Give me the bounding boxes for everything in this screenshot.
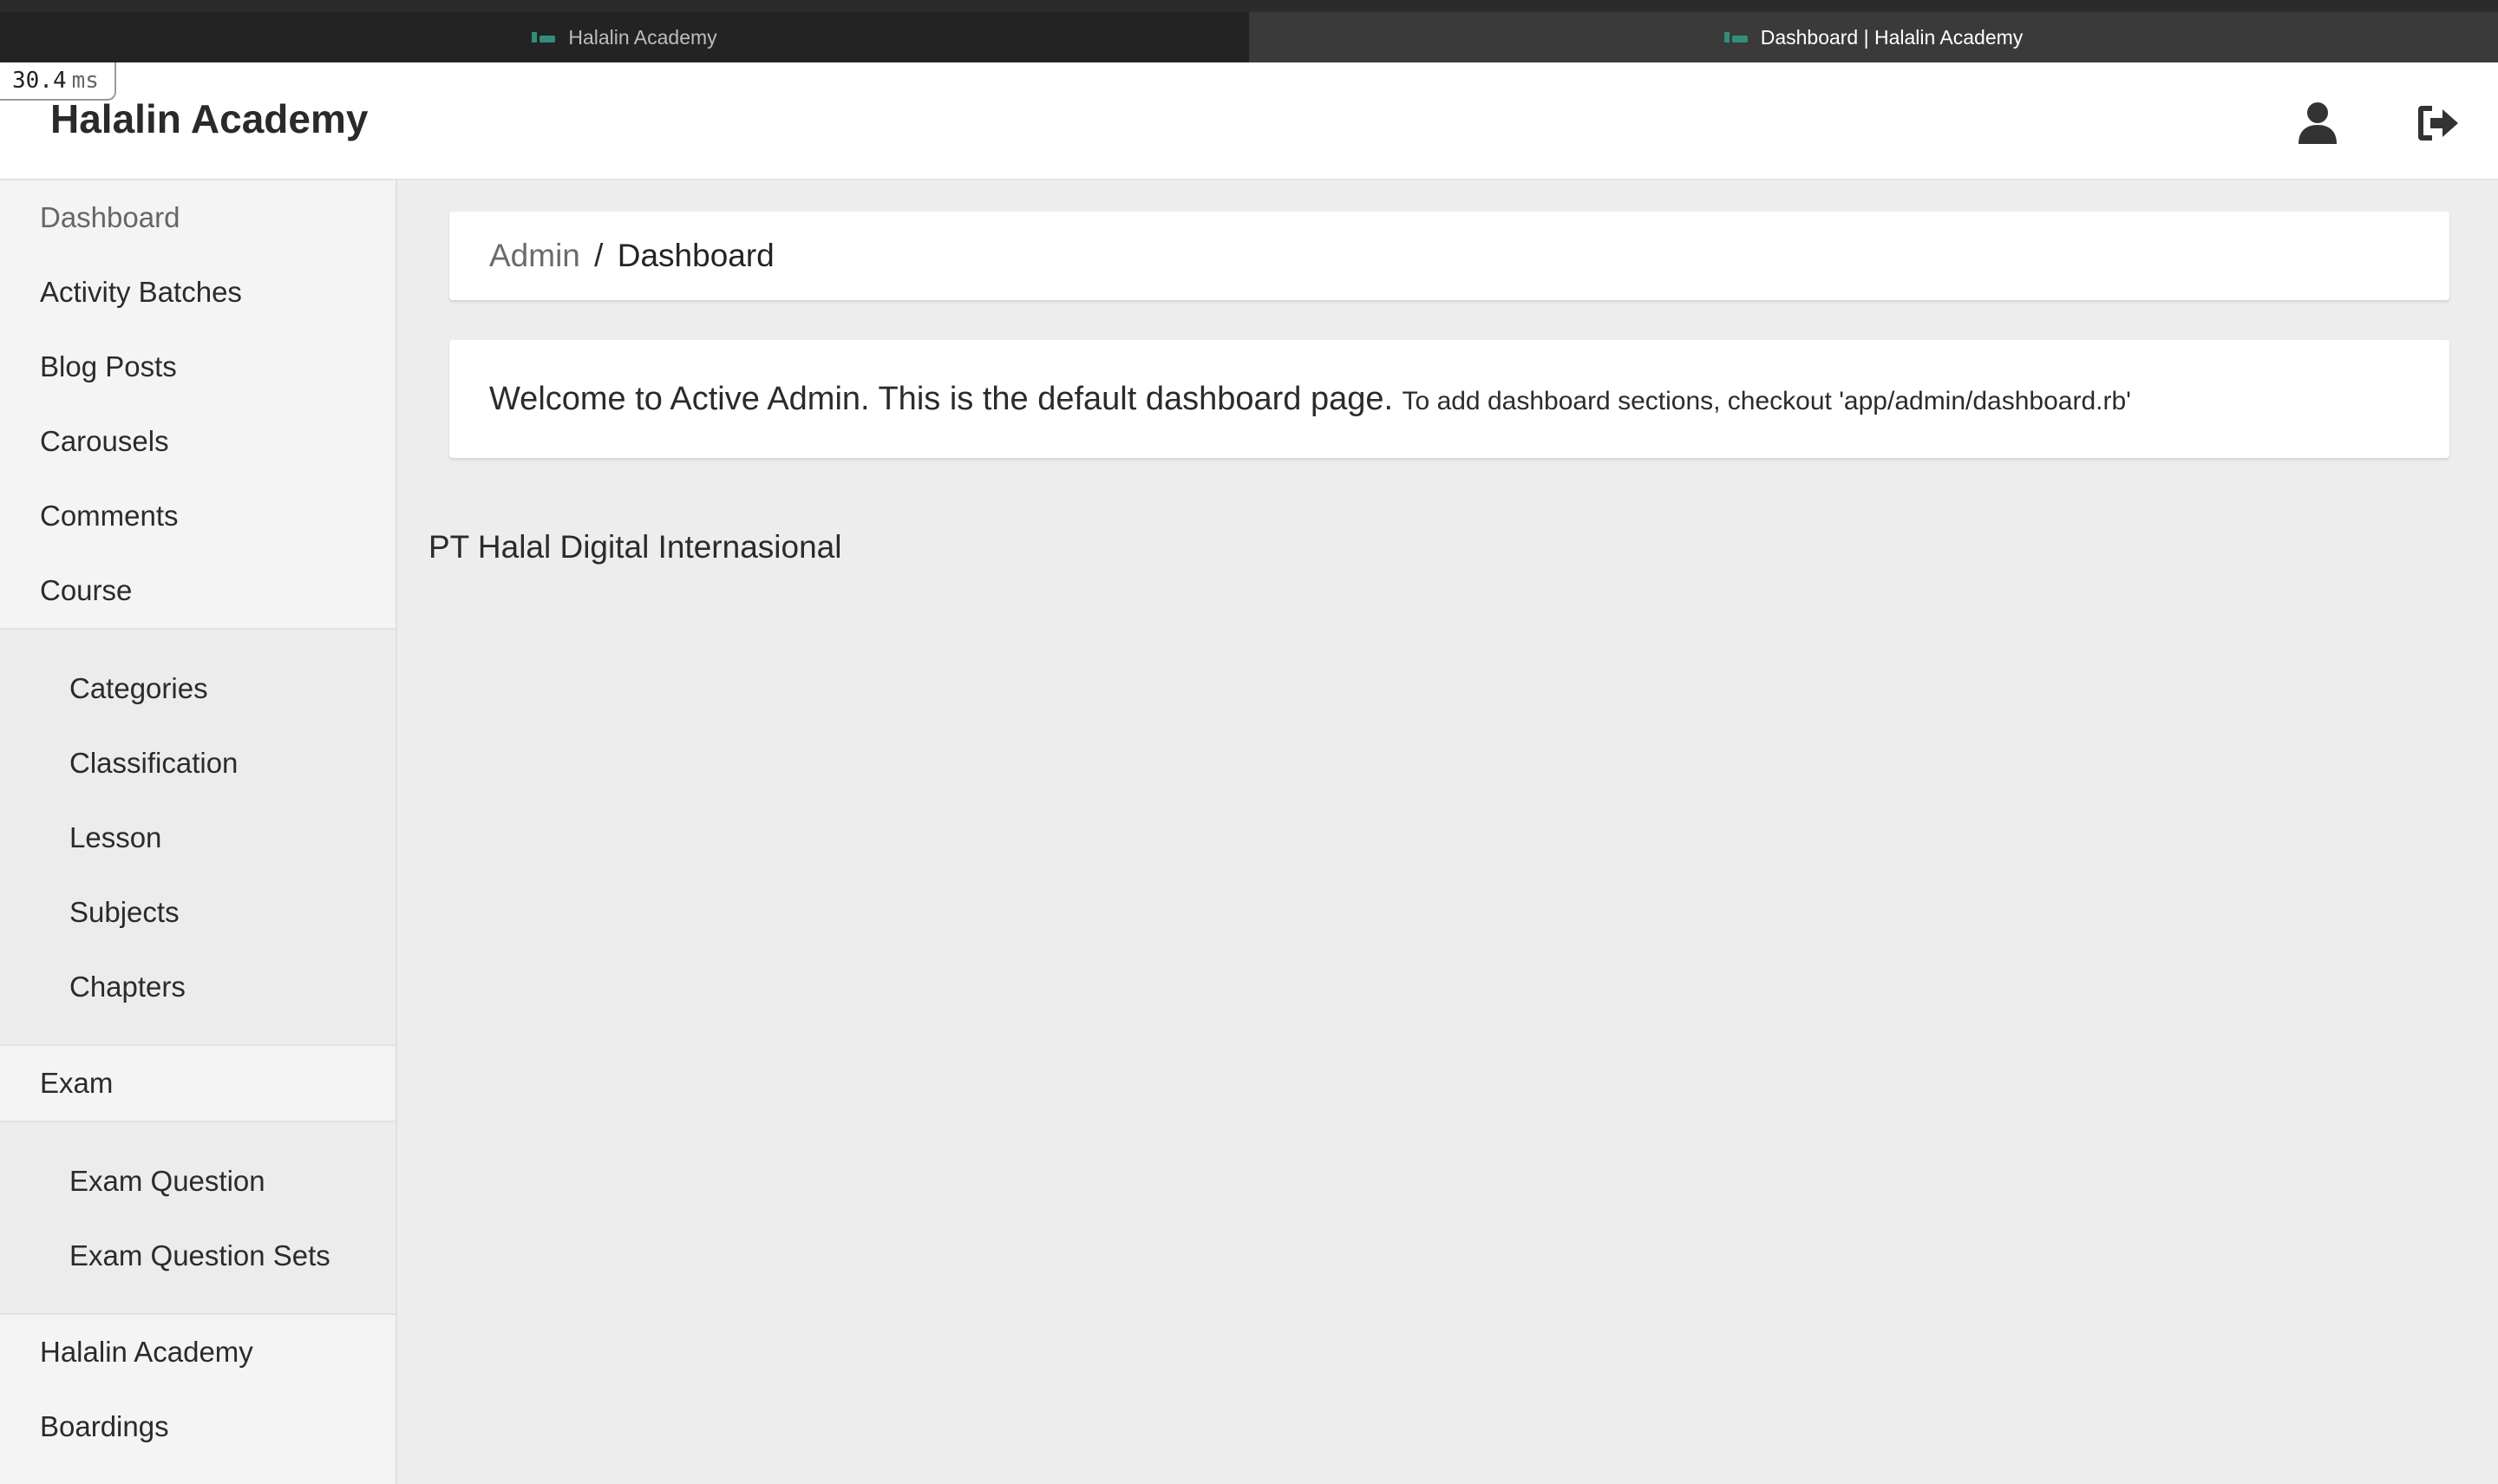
sidebar-item-dashboard[interactable]: Dashboard bbox=[0, 180, 396, 255]
main-content: Admin / Dashboard Welcome to Active Admi… bbox=[397, 180, 2498, 1484]
sidebar-item-exam-question-sets[interactable]: Exam Question Sets bbox=[0, 1219, 396, 1293]
browser-tab-title: Halalin Academy bbox=[568, 25, 717, 49]
footer-company-name: PT Halal Digital Internasional bbox=[428, 529, 842, 565]
sidebar-item-classification[interactable]: Classification bbox=[0, 726, 396, 801]
sidebar-item-halalin-academy[interactable]: Halalin Academy bbox=[0, 1315, 396, 1389]
timing-unit: ms bbox=[71, 68, 99, 94]
course-submenu: Categories Classification Lesson Subject… bbox=[0, 628, 396, 1046]
site-title[interactable]: Halalin Academy bbox=[50, 95, 368, 142]
breadcrumb-separator: / bbox=[594, 238, 604, 273]
welcome-panel: Welcome to Active Admin. This is the def… bbox=[449, 340, 2449, 458]
exam-submenu: Exam Question Exam Question Sets bbox=[0, 1121, 396, 1315]
user-icon[interactable] bbox=[2293, 99, 2342, 147]
sidebar-item-comments[interactable]: Comments bbox=[0, 479, 396, 553]
sidebar-item-categories[interactable]: Categories bbox=[0, 651, 396, 726]
breadcrumb: Admin / Dashboard bbox=[449, 212, 2449, 300]
timing-value: 30.4 bbox=[12, 68, 67, 94]
sidebar-item-carousels[interactable]: Carousels bbox=[0, 404, 396, 479]
sidebar-item-course[interactable]: Course bbox=[0, 553, 396, 628]
sidebar-item-exam[interactable]: Exam bbox=[0, 1046, 396, 1121]
site-header: 30.4 ms Halalin Academy bbox=[0, 62, 2498, 180]
welcome-heading: Welcome to Active Admin. This is the def… bbox=[489, 381, 1394, 417]
browser-tab-strip: Halalin Academy Dashboard | Halalin Acad… bbox=[0, 0, 2498, 62]
sidebar-nav: Dashboard Activity Batches Blog Posts Ca… bbox=[0, 180, 397, 1484]
site-favicon-icon bbox=[532, 31, 556, 43]
sidebar-item-boardings[interactable]: Boardings bbox=[0, 1389, 396, 1464]
sidebar-item-blog-posts[interactable]: Blog Posts bbox=[0, 330, 396, 404]
welcome-note: To add dashboard sections, checkout 'app… bbox=[1402, 387, 2131, 415]
sidebar-item-subjects[interactable]: Subjects bbox=[0, 875, 396, 950]
site-favicon-icon bbox=[1723, 31, 1749, 43]
browser-tab[interactable]: Halalin Academy bbox=[0, 12, 1249, 62]
breadcrumb-current: Dashboard bbox=[617, 238, 775, 273]
sidebar-item-chapters[interactable]: Chapters bbox=[0, 950, 396, 1024]
sidebar-item-activity-batches[interactable]: Activity Batches bbox=[0, 255, 396, 330]
sidebar-item-lesson[interactable]: Lesson bbox=[0, 801, 396, 875]
browser-tab-title: Dashboard | Halalin Academy bbox=[1760, 25, 2024, 49]
breadcrumb-link-admin[interactable]: Admin bbox=[489, 238, 580, 273]
browser-tab-active[interactable]: Dashboard | Halalin Academy bbox=[1249, 12, 2498, 62]
sidebar-item-exam-question[interactable]: Exam Question bbox=[0, 1144, 396, 1219]
logout-icon[interactable] bbox=[2413, 99, 2462, 147]
